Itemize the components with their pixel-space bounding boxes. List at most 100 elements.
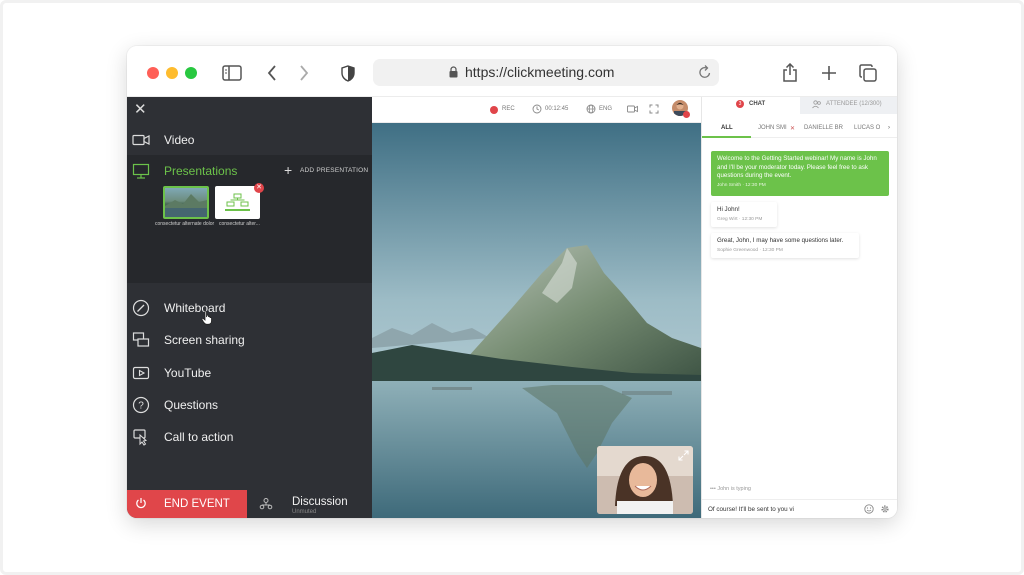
menu-item-label: Whiteboard xyxy=(164,301,226,315)
discussion-mode-button[interactable]: Discussion Unmuted xyxy=(247,490,372,518)
chat-tabs: 3 CHAT ATTENDEE (12/300) xyxy=(702,97,897,114)
shield-icon[interactable] xyxy=(337,62,359,84)
back-arrow-icon[interactable] xyxy=(261,62,283,84)
share-icon[interactable] xyxy=(779,62,801,84)
clock-icon xyxy=(532,104,542,114)
play-icon xyxy=(132,366,150,380)
presentation-icon xyxy=(132,163,150,179)
close-icon[interactable]: ✕ xyxy=(134,100,152,118)
menu-item-questions[interactable]: ? Questions xyxy=(127,390,372,420)
message-author: Sophie Greenwood xyxy=(717,247,759,253)
url-text: https://clickmeeting.com xyxy=(465,64,615,80)
message-meta: Greg Wirt · 12:30 PM xyxy=(717,216,763,222)
chat-filter-john[interactable]: JOHN SMI xyxy=(758,125,787,131)
message-time: 12:30 PM xyxy=(745,182,766,188)
menu-item-youtube[interactable]: YouTube xyxy=(127,358,372,388)
cursor-icon xyxy=(133,429,148,446)
presentations-section: Presentations + ADD PRESENTATION ✕ conse… xyxy=(127,155,372,283)
browser-toolbar: https://clickmeeting.com xyxy=(127,46,897,97)
tab-chat[interactable]: 3 CHAT xyxy=(702,97,800,114)
unread-badge: 3 xyxy=(736,100,744,108)
menu-item-whiteboard[interactable]: Whiteboard xyxy=(127,293,372,325)
typing-text: John is typing xyxy=(717,486,751,492)
message-meta: Sophie Greenwood · 12:30 PM xyxy=(717,247,783,253)
chart-thumbnail-image xyxy=(225,193,250,211)
message-text: Welcome to the Getting Started webinar! … xyxy=(717,155,877,180)
new-tab-plus-icon[interactable] xyxy=(818,62,840,84)
chat-filter-danielle[interactable]: DANIELLE BR xyxy=(804,125,843,131)
stage-toolbar: REC 00:12:45 ENG xyxy=(372,97,701,123)
video-camera-icon xyxy=(132,134,150,146)
presentation-stage: REC 00:12:45 ENG xyxy=(372,97,701,518)
end-event-label: END EVENT xyxy=(164,498,230,510)
menu-item-label: Presentations xyxy=(164,164,238,178)
fullscreen-icon[interactable] xyxy=(649,104,659,114)
discussion-sublabel: Unmuted xyxy=(292,509,317,515)
minimize-window-button[interactable] xyxy=(166,67,178,79)
menu-item-label: YouTube xyxy=(164,366,212,380)
menu-item-call-to-action[interactable]: Call to action xyxy=(127,422,372,452)
menu-item-screen-sharing[interactable]: Screen sharing xyxy=(127,325,372,355)
discussion-icon xyxy=(259,498,273,510)
browser-window: https://clickmeeting.com ✕ Video Present… xyxy=(127,46,897,518)
chat-filter-lucas[interactable]: LUCAS O xyxy=(854,125,880,131)
hand-cursor-icon xyxy=(201,310,212,325)
power-icon xyxy=(136,498,146,509)
tools-panel: ✕ Video Presentations + ADD PRESENTATION xyxy=(127,97,372,518)
chat-input-row xyxy=(702,499,897,518)
message-time: 12:30 PM xyxy=(741,216,763,222)
thumbnail-caption: consectetur alter... xyxy=(219,221,260,227)
close-window-button[interactable] xyxy=(147,67,159,79)
add-plus-icon[interactable]: + xyxy=(284,162,292,178)
mountain-thumbnail-image xyxy=(165,194,207,217)
event-timer: 00:12:45 xyxy=(545,106,569,112)
menu-item-label: Screen sharing xyxy=(164,333,245,347)
forward-arrow-icon[interactable] xyxy=(293,62,315,84)
presentation-thumbnail[interactable] xyxy=(163,186,209,219)
add-presentation-button[interactable]: ADD PRESENTATION xyxy=(300,167,368,174)
tools-panel-header: ✕ xyxy=(127,97,372,123)
emoji-icon[interactable] xyxy=(864,504,874,514)
expand-icon[interactable] xyxy=(678,450,689,461)
pen-icon xyxy=(132,299,150,317)
presentation-thumbnail[interactable] xyxy=(215,186,260,219)
menu-item-label: Questions xyxy=(164,398,219,412)
screen-share-icon xyxy=(132,332,150,347)
tab-attendees[interactable]: ATTENDEE (12/300) xyxy=(800,97,897,114)
webcam-video-tile[interactable] xyxy=(597,446,693,514)
lock-icon xyxy=(449,66,458,78)
message-text: Great, John, I may have some questions l… xyxy=(717,237,844,244)
chat-filter-all[interactable]: ALL xyxy=(721,125,733,131)
address-bar[interactable]: https://clickmeeting.com xyxy=(373,59,719,86)
thumbnail-caption: consectetur alternate dolor xyxy=(155,221,215,227)
end-event-button[interactable]: END EVENT xyxy=(127,490,247,518)
tabs-overview-icon[interactable] xyxy=(857,62,879,84)
delete-presentation-icon[interactable]: ✕ xyxy=(254,183,264,193)
menu-item-video[interactable]: Video xyxy=(127,125,372,155)
chat-message: Hi John! Greg Wirt · 12:30 PM xyxy=(711,202,777,227)
zoom-window-button[interactable] xyxy=(185,67,197,79)
chat-filter-tabs: ALL JOHN SMI ✕ DANIELLE BR LUCAS O › xyxy=(702,120,897,138)
message-author: Greg Wirt xyxy=(717,216,738,222)
avatar-status-badge xyxy=(683,111,690,118)
camera-icon[interactable] xyxy=(627,104,638,114)
question-icon: ? xyxy=(132,396,150,414)
message-time: 12:30 PM xyxy=(762,247,783,253)
chat-message: Great, John, I may have some questions l… xyxy=(711,233,859,258)
globe-icon[interactable] xyxy=(586,104,596,114)
menu-item-label: Call to action xyxy=(164,430,234,444)
chevron-right-icon[interactable]: › xyxy=(888,125,890,131)
chat-message: Welcome to the Getting Started webinar! … xyxy=(711,151,889,196)
chat-message-input[interactable] xyxy=(708,504,858,515)
language-label[interactable]: ENG xyxy=(599,106,612,112)
record-dot-icon[interactable] xyxy=(490,106,498,114)
chat-panel: 3 CHAT ATTENDEE (12/300) ALL JOHN SMI ✕ … xyxy=(701,97,897,518)
active-tab-indicator xyxy=(702,136,751,138)
reload-icon[interactable] xyxy=(698,64,712,80)
rec-label: REC xyxy=(502,106,515,112)
sidebar-toggle-icon[interactable] xyxy=(221,62,243,84)
people-icon xyxy=(812,100,821,109)
gear-icon[interactable] xyxy=(880,504,890,514)
close-chat-tab-icon[interactable]: ✕ xyxy=(790,125,795,132)
typing-indicator: ••• John is typing xyxy=(710,486,751,492)
